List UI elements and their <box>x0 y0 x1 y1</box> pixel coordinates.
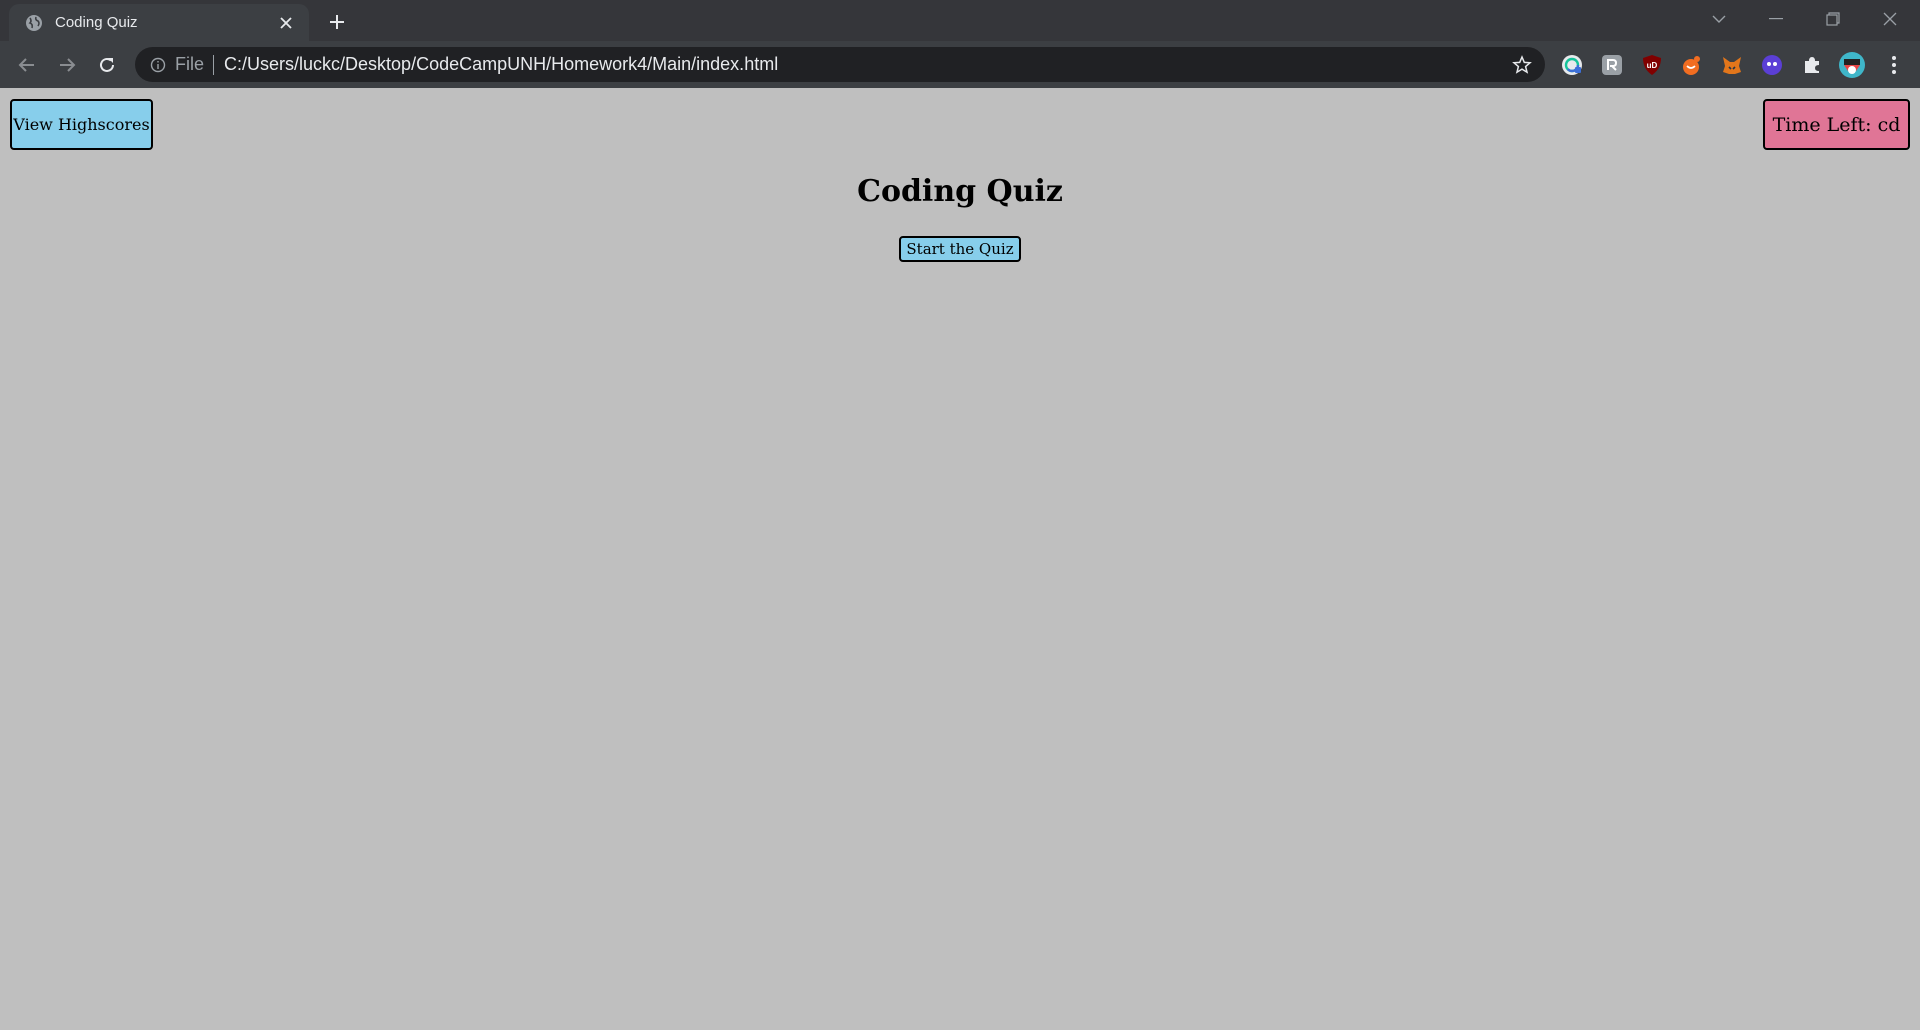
extension-b-icon[interactable] <box>1678 51 1706 79</box>
extension-a-icon[interactable] <box>1598 51 1626 79</box>
page-title: Coding Quiz <box>857 174 1063 209</box>
puzzle-icon[interactable] <box>1798 51 1826 79</box>
minimize-icon[interactable] <box>1748 0 1804 38</box>
kebab-menu-icon[interactable] <box>1880 51 1908 79</box>
restore-icon[interactable] <box>1805 0 1861 38</box>
quiz-page: View Highscores Time Left: cd Coding Qui… <box>0 88 1920 1030</box>
back-arrow-icon[interactable] <box>11 49 43 81</box>
profile-avatar[interactable] <box>1838 51 1866 79</box>
extension-c-icon[interactable] <box>1758 51 1786 79</box>
reload-icon[interactable] <box>91 49 123 81</box>
url-text[interactable]: C:/Users/luckc/Desktop/CodeCampUNH/Homew… <box>224 54 1505 75</box>
close-window-icon[interactable] <box>1862 0 1918 38</box>
forward-arrow-icon[interactable] <box>51 49 83 81</box>
scheme-label: File <box>175 54 205 74</box>
tab-strip: Coding Quiz <box>0 0 1920 41</box>
view-highscores-button[interactable]: View Highscores <box>10 99 153 150</box>
omnibox-divider <box>213 54 215 75</box>
globe-icon <box>25 14 43 32</box>
site-info-icon[interactable] <box>149 56 167 74</box>
start-quiz-button[interactable]: Start the Quiz <box>899 236 1021 262</box>
close-tab-icon[interactable] <box>273 10 299 36</box>
address-bar[interactable]: File C:/Users/luckc/Desktop/CodeCampUNH/… <box>135 47 1545 82</box>
tab-search-icon[interactable] <box>1691 0 1747 38</box>
svg-text:uD: uD <box>1647 61 1658 70</box>
browser-tab[interactable]: Coding Quiz <box>9 4 309 41</box>
time-left-display: Time Left: cd <box>1763 99 1910 150</box>
browser-toolbar: File C:/Users/luckc/Desktop/CodeCampUNH/… <box>0 41 1920 88</box>
new-tab-icon[interactable] <box>322 8 352 36</box>
tab-title: Coding Quiz <box>55 14 138 31</box>
metamask-icon[interactable] <box>1718 51 1746 79</box>
grammarly-icon[interactable] <box>1558 51 1586 79</box>
bookmark-star-icon[interactable] <box>1505 48 1539 82</box>
ublock-icon[interactable]: uD <box>1638 51 1666 79</box>
